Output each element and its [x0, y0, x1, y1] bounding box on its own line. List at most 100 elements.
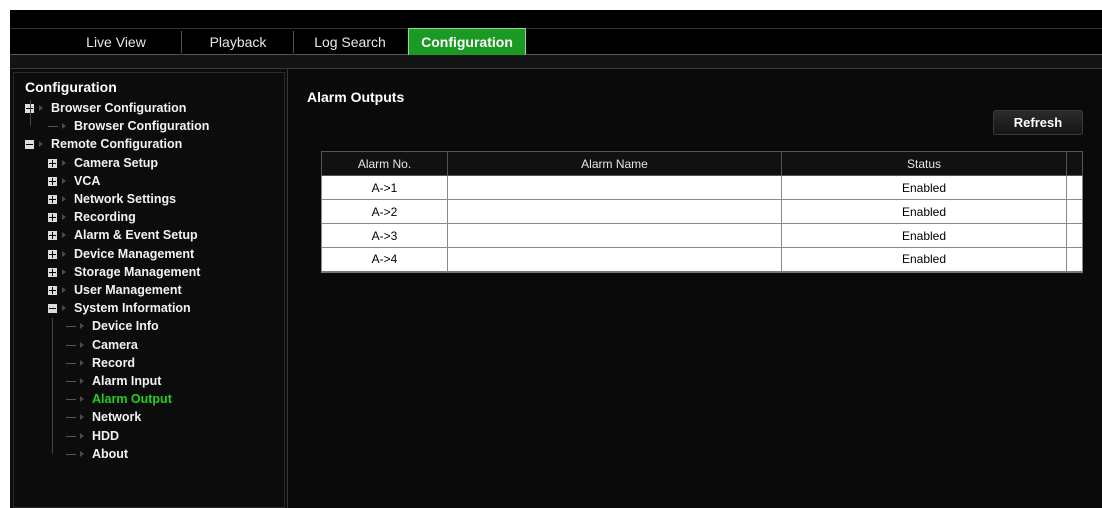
cell-spacer — [1066, 223, 1083, 248]
tree-item-label: Alarm Output — [92, 392, 172, 407]
cell-alarm-no: A->1 — [321, 175, 448, 200]
tree-item-label: Device Info — [92, 319, 159, 334]
tree-item-device-management[interactable]: Device Management — [48, 246, 280, 263]
tree-item-label: Recording — [74, 210, 136, 225]
tree-item-label: HDD — [92, 428, 120, 443]
tree-item-device-info[interactable]: Device Info — [66, 318, 280, 335]
collapse-icon[interactable] — [25, 140, 34, 150]
tree-item-label: Record — [92, 355, 136, 370]
tree-item-label: System Information — [74, 301, 191, 316]
expand-icon[interactable] — [48, 195, 57, 204]
cell-spacer — [1066, 199, 1083, 224]
tree-item-hdd[interactable]: HDD — [66, 428, 280, 445]
tree-item-camera[interactable]: Camera — [66, 337, 280, 354]
triangle-right-icon — [39, 105, 43, 111]
tree-item-label: Network — [92, 410, 142, 425]
tree-item-remote-configuration[interactable]: Remote Configuration — [25, 136, 280, 153]
triangle-right-icon — [80, 359, 84, 366]
tree-item-label: Network Settings — [74, 192, 177, 206]
triangle-right-icon — [39, 141, 43, 148]
cell-spacer — [1066, 175, 1083, 200]
column-header-spacer — [1066, 151, 1083, 176]
collapse-icon[interactable] — [48, 304, 57, 314]
tree-item-label: Alarm & Event Setup — [74, 228, 198, 243]
cell-alarm-no: A->2 — [321, 199, 448, 224]
tree-item-browser-configuration[interactable]: Browser Configuration — [48, 118, 280, 135]
table-row[interactable]: A->2 Enabled — [321, 199, 1083, 224]
tree-item-label: Remote Configuration — [51, 137, 183, 152]
column-header-alarm-name[interactable]: Alarm Name — [447, 151, 782, 176]
triangle-right-icon — [80, 378, 84, 384]
sidebar: Configuration Browser Configuration Brows… — [10, 69, 288, 508]
tree-item-label: Camera Setup — [74, 155, 159, 170]
triangle-right-icon — [62, 177, 66, 184]
cell-status: Enabled — [781, 223, 1067, 248]
tree-item-network[interactable]: Network — [66, 409, 280, 426]
sub-toolbar — [10, 55, 1102, 68]
tree-item-camera-setup[interactable]: Camera Setup — [48, 155, 280, 172]
triangle-right-icon — [62, 305, 66, 312]
tree-item-record[interactable]: Record — [66, 355, 280, 372]
tree-item-storage-management[interactable]: Storage Management — [48, 264, 280, 281]
cell-alarm-no: A->3 — [321, 223, 448, 248]
tab-configuration[interactable]: Configuration — [408, 28, 526, 56]
triangle-right-icon — [62, 268, 66, 275]
triangle-right-icon — [80, 432, 84, 439]
table-row[interactable]: A->3 Enabled — [321, 223, 1083, 248]
tree-item-browser-configuration[interactable]: Browser Configuration — [25, 100, 280, 117]
tree-connector-icon — [66, 435, 76, 437]
triangle-right-icon — [80, 450, 84, 457]
expand-icon[interactable] — [48, 176, 57, 186]
cell-status: Enabled — [781, 199, 1067, 224]
tree-item-label: Browser Configuration — [51, 101, 187, 115]
page-title: Alarm Outputs — [307, 89, 405, 105]
table-row[interactable]: A->1 Enabled — [321, 175, 1083, 200]
tree-connector-icon — [66, 362, 76, 364]
tree-connector-icon — [48, 126, 58, 128]
tab-log-search[interactable]: Log Search — [294, 29, 406, 55]
triangle-right-icon — [62, 232, 66, 239]
cell-spacer — [1066, 247, 1083, 273]
table-header-row: Alarm No. Alarm Name Status — [321, 151, 1083, 176]
expand-icon[interactable] — [48, 286, 57, 295]
tree-item-user-management[interactable]: User Management — [48, 282, 280, 299]
cell-alarm-name — [447, 223, 782, 248]
expand-icon[interactable] — [48, 249, 57, 259]
tree-item-label: Browser Configuration — [74, 119, 210, 134]
tree-connector-icon — [66, 453, 76, 455]
cell-status: Enabled — [781, 247, 1067, 273]
tree-connector-icon — [66, 344, 76, 346]
expand-icon[interactable] — [48, 213, 57, 223]
tree-item-alarm-input[interactable]: Alarm Input — [66, 373, 280, 390]
tree-item-network-settings[interactable]: Network Settings — [48, 191, 280, 208]
tree-item-label: Storage Management — [74, 264, 201, 279]
triangle-right-icon — [62, 250, 66, 257]
triangle-right-icon — [80, 414, 84, 421]
triangle-right-icon — [80, 341, 84, 348]
expand-icon[interactable] — [48, 158, 57, 168]
main-nav: Live View Playback Log Search Configurat… — [10, 28, 1102, 56]
tree-item-label: VCA — [74, 173, 101, 188]
tree-item-system-information[interactable]: System Information — [48, 300, 280, 317]
tree-item-about[interactable]: About — [66, 446, 280, 463]
cell-alarm-name — [447, 199, 782, 224]
tree-item-vca[interactable]: VCA — [48, 173, 280, 190]
tab-playback[interactable]: Playback — [182, 29, 294, 55]
triangle-right-icon — [62, 159, 66, 166]
tree-item-alarm-and-event-setup[interactable]: Alarm & Event Setup — [48, 227, 280, 244]
expand-icon[interactable] — [48, 231, 57, 241]
column-header-alarm-no[interactable]: Alarm No. — [321, 151, 448, 176]
tree-item-alarm-output[interactable]: Alarm Output — [66, 391, 280, 408]
table-row[interactable]: A->4 Enabled — [321, 247, 1083, 273]
refresh-button[interactable]: Refresh — [993, 110, 1083, 135]
tree-item-label: About — [92, 446, 129, 461]
tab-live-view[interactable]: Live View — [50, 29, 182, 55]
triangle-right-icon — [62, 196, 66, 202]
cell-alarm-no: A->4 — [321, 247, 448, 273]
triangle-right-icon — [80, 396, 84, 403]
cell-alarm-name — [447, 247, 782, 273]
tree-item-recording[interactable]: Recording — [48, 209, 280, 226]
expand-icon[interactable] — [48, 267, 57, 277]
triangle-right-icon — [80, 323, 84, 330]
column-header-status[interactable]: Status — [781, 151, 1067, 176]
